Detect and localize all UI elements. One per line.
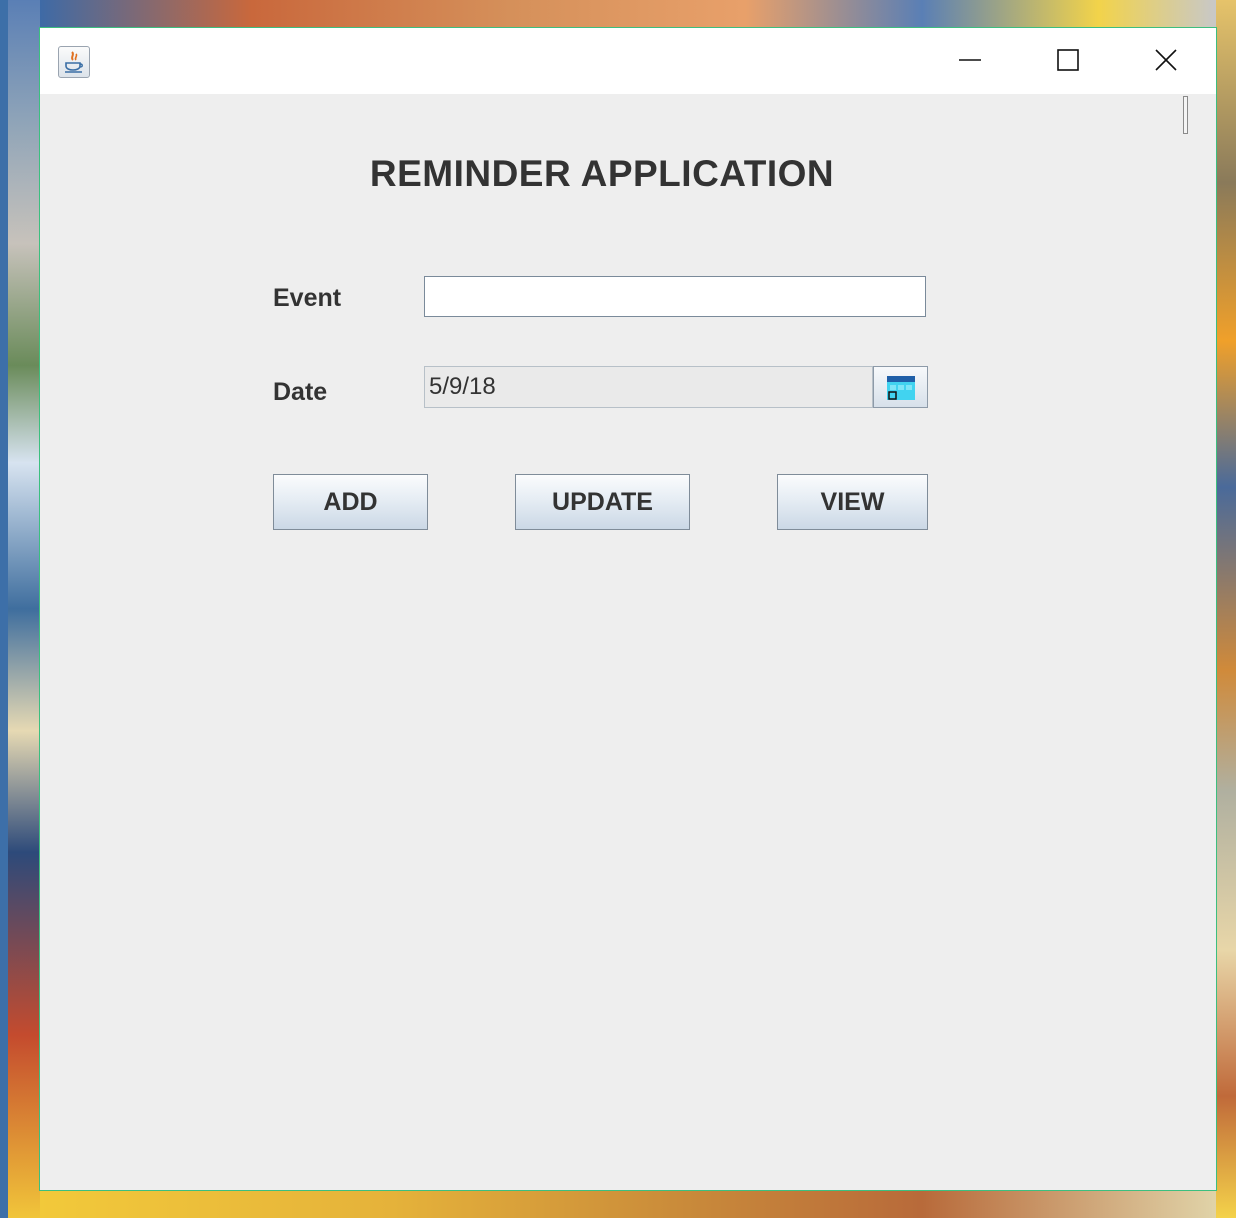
update-button[interactable]: UPDATE [515,474,690,530]
desktop-wallpaper-left [8,0,40,1218]
desktop-wallpaper-right [1216,0,1236,1218]
minimize-button[interactable] [948,42,992,78]
event-label: Event [273,284,342,312]
event-input[interactable] [424,276,926,317]
add-button[interactable]: ADD [273,474,428,530]
app-window: REMINDER APPLICATION Event Date 5/9/18 A… [39,27,1217,1191]
title-bar[interactable] [40,28,1216,94]
desktop-wallpaper-bottom [40,1190,1216,1218]
desktop-wallpaper-top [40,0,1216,28]
page-title: REMINDER APPLICATION [369,153,835,194]
maximize-button[interactable] [1046,42,1090,78]
maximize-icon [1057,49,1079,71]
date-field[interactable]: 5/9/18 [424,366,873,408]
close-icon [1155,49,1177,71]
date-picker-button[interactable] [873,366,928,408]
minimize-icon [959,59,981,61]
view-button[interactable]: VIEW [777,474,928,530]
scrollbar-thumb[interactable] [1183,96,1188,134]
calendar-icon [887,376,915,400]
close-button[interactable] [1144,42,1188,78]
date-label: Date [273,378,328,406]
java-icon[interactable] [58,46,90,78]
